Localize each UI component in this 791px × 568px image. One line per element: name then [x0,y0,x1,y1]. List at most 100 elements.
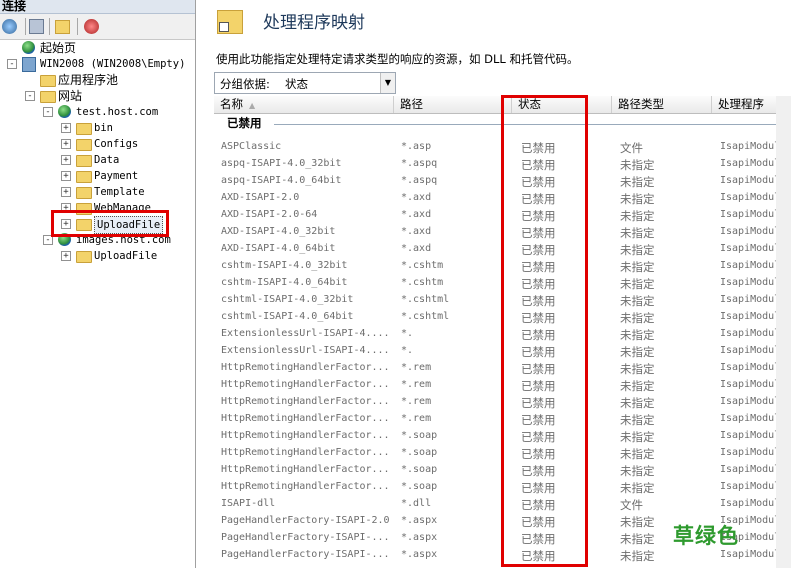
column-header-name[interactable]: 名称 ▲ [214,96,394,113]
table-row[interactable]: cshtml-ISAPI-4.0_32bit *.cshtml 已禁用 未指定 Isap… [214,292,780,309]
tree-node[interactable]: + Data [0,152,195,168]
cell-name: AXD-ISAPI-2.0-64 [221,209,318,220]
server-icon [22,57,36,72]
table-row[interactable]: AXD-ISAPI-2.0 *.axd 已禁用 未指定 IsapiModul [214,190,780,207]
tree-node[interactable]: + Payment [0,168,195,184]
cell-name: ExtensionlessUrl-ISAPI-4.... [221,328,390,339]
cell-path: *.axd [401,192,432,203]
connect-icon[interactable] [2,19,17,34]
app-pool-icon [40,75,56,87]
cell-name: HttpRemotingHandlerFactor... [221,464,390,475]
tree-node[interactable]: 应用程序池 [0,72,195,88]
cell-path-type: 未指定 [620,192,655,206]
sites-folder-icon [40,91,56,103]
cell-path: *.soap [401,481,438,492]
cell-name: HttpRemotingHandlerFactor... [221,379,390,390]
cell-handler: IsapiModul [720,192,780,203]
cell-handler: IsapiModul [720,260,780,271]
cell-handler: IsapiModul [720,345,780,356]
cell-name: cshtm-ISAPI-4.0_64bit [221,277,348,288]
cell-name: PageHandlerFactory-ISAPI-... [221,532,390,543]
vertical-scrollbar[interactable] [776,96,791,568]
cell-handler: IsapiModul [720,481,780,492]
group-by-label: 分组依据: [220,77,270,91]
connections-header: 连接 [0,0,195,14]
column-header-path-type[interactable]: 路径类型 [612,96,712,113]
cell-path: *.rem [401,413,432,424]
group-by-select[interactable]: 分组依据: 状态 ▼ [214,72,396,94]
cell-path: *.axd [401,243,432,254]
handler-mappings-table: 名称 ▲ 路径 状态 路径类型 处理程序 已禁用 ASPClassic *.asp 已… [214,96,780,568]
cell-path-type: 未指定 [620,158,655,172]
collapse-icon[interactable]: - [7,59,17,69]
table-row[interactable]: aspq-ISAPI-4.0_32bit *.aspq 已禁用 未指定 IsapiMod… [214,156,780,173]
tree-node[interactable]: - test.host.com [0,104,195,120]
table-row[interactable]: HttpRemotingHandlerFactor... *.rem 已禁用 未指定 I… [214,394,780,411]
column-header-handler[interactable]: 处理程序 [712,96,780,113]
column-header-label: 名称 [220,97,243,111]
collapse-icon[interactable]: - [43,107,53,117]
table-row[interactable]: HttpRemotingHandlerFactor... *.soap 已禁用 未指定… [214,462,780,479]
cell-path-type: 文件 [620,498,643,512]
tree-node[interactable]: + Configs [0,136,195,152]
table-row[interactable]: ExtensionlessUrl-ISAPI-4.... *. 已禁用 未指定 Isap… [214,326,780,343]
table-row[interactable]: ExtensionlessUrl-ISAPI-4.... *. 已禁用 未指定 Isap… [214,343,780,360]
expand-icon[interactable]: + [61,139,71,149]
table-row[interactable]: cshtm-ISAPI-4.0_32bit *.cshtm 已禁用 未指定 IsapiM… [214,258,780,275]
folder-icon [76,123,92,135]
table-row[interactable]: HttpRemotingHandlerFactor... *.rem 已禁用 未指定 I… [214,411,780,428]
table-row[interactable]: HttpRemotingHandlerFactor... *.soap 已禁用 未指定… [214,428,780,445]
tree-node[interactable]: + bin [0,120,195,136]
group-header-disabled[interactable]: 已禁用 [214,114,780,131]
table-row[interactable]: AXD-ISAPI-4.0_64bit *.axd 已禁用 未指定 IsapiModul [214,241,780,258]
table-row[interactable]: HttpRemotingHandlerFactor... *.soap 已禁用 未指定… [214,445,780,462]
table-row[interactable]: AXD-ISAPI-4.0_32bit *.axd 已禁用 未指定 IsapiModul [214,224,780,241]
table-row[interactable]: cshtml-ISAPI-4.0_64bit *.cshtml 已禁用 未指定 Isap… [214,309,780,326]
tree-node[interactable]: + UploadFile [0,248,195,264]
expand-icon[interactable]: + [61,251,71,261]
tree-node[interactable]: - WIN2008 (WIN2008\Empty) [0,56,195,72]
tree-node[interactable]: - 网站 [0,88,195,104]
cell-handler: IsapiModul [720,379,780,390]
expand-icon[interactable]: + [61,171,71,181]
cell-handler: IsapiModul [720,430,780,441]
table-row[interactable]: ISAPI-dll *.dll 已禁用 文件 IsapiModul [214,496,780,513]
highlight-box-status-column [501,95,588,567]
table-row[interactable]: aspq-ISAPI-4.0_64bit *.aspq 已禁用 未指定 IsapiMod… [214,173,780,190]
cell-path: *.soap [401,430,438,441]
cell-handler: IsapiModul [720,328,780,339]
tree-node-label: Data [94,154,120,166]
table-row[interactable]: AXD-ISAPI-2.0-64 *.axd 已禁用 未指定 IsapiModul [214,207,780,224]
cell-name: cshtml-ISAPI-4.0_32bit [221,294,354,305]
cell-handler: IsapiModul [720,294,780,305]
expand-icon[interactable]: + [61,187,71,197]
cell-path: *. [401,345,414,356]
cell-name: AXD-ISAPI-2.0 [221,192,300,203]
table-row[interactable]: HttpRemotingHandlerFactor... *.soap 已禁用 未指定… [214,479,780,496]
table-row[interactable]: HttpRemotingHandlerFactor... *.rem 已禁用 未指定 I… [214,377,780,394]
new-folder-icon[interactable] [55,20,70,34]
cell-path-type: 未指定 [620,396,655,410]
expand-icon[interactable]: + [61,123,71,133]
column-header-path[interactable]: 路径 [394,96,512,113]
disconnect-icon[interactable] [84,19,99,34]
column-header-label: 路径类型 [618,97,664,111]
cell-handler: IsapiModul [720,413,780,424]
save-icon[interactable] [29,19,44,34]
tree-node-label: 起始页 [40,41,77,55]
collapse-icon[interactable]: - [25,91,35,101]
cell-path-type: 未指定 [620,294,655,308]
cell-handler: IsapiModul [720,158,780,169]
table-row[interactable]: HttpRemotingHandlerFactor... *.rem 已禁用 未指定 I… [214,360,780,377]
expand-icon[interactable]: + [61,155,71,165]
table-row[interactable]: cshtm-ISAPI-4.0_64bit *.cshtm 已禁用 未指定 IsapiM… [214,275,780,292]
cell-path: *.cshtm [401,277,444,288]
chevron-down-icon[interactable]: ▼ [380,73,395,93]
tree-node[interactable]: + Template [0,184,195,200]
cell-path: *.aspx [401,515,438,526]
tree-node[interactable]: 起始页 [0,40,195,56]
column-header-label: 路径 [400,97,423,111]
table-row[interactable]: ASPClassic *.asp 已禁用 文件 IsapiModul [214,139,780,156]
cell-path: *.aspq [401,158,438,169]
cell-path: *.aspx [401,549,438,560]
